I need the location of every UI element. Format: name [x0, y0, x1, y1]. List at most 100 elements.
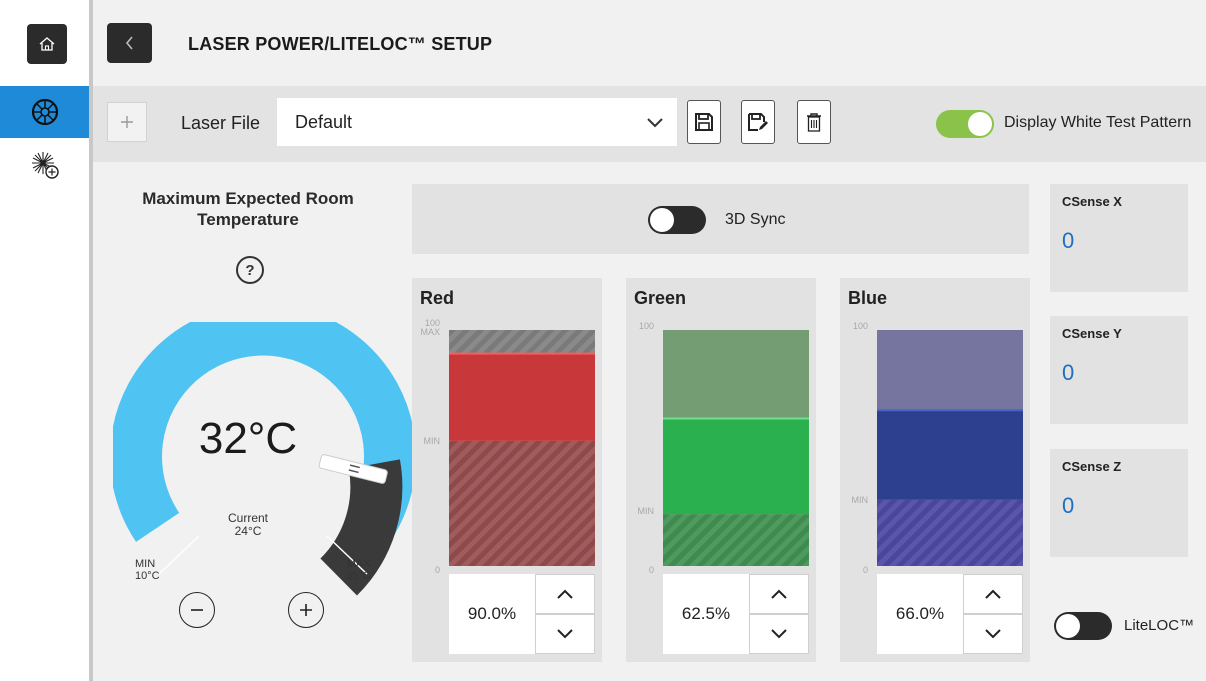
red-tick-max: MAX [420, 327, 440, 337]
red-above-max [449, 330, 595, 354]
red-increase-button[interactable] [535, 574, 595, 614]
min-temperature: MIN 10°C [135, 558, 160, 582]
green-level-bar[interactable] [663, 330, 809, 566]
page-title: LASER POWER/LITELOC™ SETUP [188, 34, 493, 54]
help-icon[interactable]: ? [236, 256, 264, 284]
red-tick-min: MIN [423, 436, 441, 446]
red-active-range [449, 353, 595, 441]
toggle-knob [650, 208, 674, 232]
chevron-down-icon [557, 629, 573, 639]
green-active-range [663, 418, 809, 515]
chevron-up-icon [557, 589, 573, 599]
chevron-down-icon [985, 629, 1001, 639]
blue-panel: Blue 100 MIN 0 66.0% [840, 278, 1030, 662]
blue-unused-range [877, 330, 1023, 411]
csense-x-value: 0 [1062, 228, 1075, 253]
green-title: Green [634, 288, 687, 308]
chevron-down-icon [647, 118, 663, 128]
min-value: 10°C [135, 570, 160, 582]
blue-tick-min: MIN [851, 495, 869, 505]
home-button[interactable] [27, 24, 67, 64]
sidebar-item-laser-settings[interactable] [0, 142, 89, 188]
toggle-knob [968, 112, 992, 136]
max-value: 35°C [346, 570, 371, 582]
blue-decrease-button[interactable] [963, 614, 1023, 654]
laser-file-value: Default [295, 111, 353, 132]
red-title: Red [420, 288, 455, 308]
home-icon [39, 37, 55, 51]
back-button[interactable] [107, 23, 152, 63]
blue-tick-100: 100 [852, 321, 868, 331]
toolbar: Laser File Default Display White Test Pa… [93, 86, 1206, 162]
liteloc-label: LiteLOC™ [1124, 617, 1195, 634]
green-increase-button[interactable] [749, 574, 809, 614]
trash-icon [807, 113, 821, 132]
laser-file-select[interactable]: Default [277, 98, 677, 146]
max-label: MAX [346, 558, 371, 570]
csense-y-value: 0 [1062, 360, 1075, 385]
red-value[interactable]: 90.0% [449, 574, 535, 654]
csense-x-panel: CSense X 0 [1050, 184, 1188, 292]
min-label: MIN [135, 558, 156, 570]
3d-sync-toggle[interactable] [648, 206, 706, 234]
toggle-knob [1056, 614, 1080, 638]
temperature-title-line2: Temperature [197, 210, 299, 229]
laser-burst-settings-icon [31, 152, 59, 179]
green-decrease-button[interactable] [749, 614, 809, 654]
csense-x-label: CSense X [1062, 194, 1122, 209]
header: LASER POWER/LITELOC™ SETUP [93, 0, 1206, 86]
temperature-title-line1: Maximum Expected Room [142, 189, 354, 208]
plus-icon [300, 604, 312, 616]
3d-sync-panel: 3D Sync [412, 184, 1029, 254]
plus-icon [121, 116, 133, 128]
red-decrease-button[interactable] [535, 614, 595, 654]
blue-title: Blue [848, 288, 888, 308]
green-tick-100: 100 [638, 321, 654, 331]
green-unused-range [663, 330, 809, 419]
delete-button[interactable] [797, 100, 831, 144]
green-value[interactable]: 62.5% [663, 574, 749, 654]
current-value: 24°C [234, 524, 262, 538]
chevron-down-icon [771, 629, 787, 639]
save-as-button[interactable] [741, 100, 775, 144]
csense-y-panel: CSense Y 0 [1050, 316, 1188, 424]
sidebar-item-laser-power[interactable] [0, 86, 89, 138]
csense-y-label: CSense Y [1062, 326, 1122, 341]
blue-below-min [877, 499, 1023, 566]
decrease-temperature-button[interactable] [179, 592, 215, 628]
add-laser-file-button[interactable] [107, 102, 147, 142]
blue-increase-button[interactable] [963, 574, 1023, 614]
laser-aperture-icon [31, 98, 58, 126]
minus-icon [191, 609, 203, 611]
save-as-icon [748, 113, 768, 131]
blue-active-range [877, 410, 1023, 500]
blue-value[interactable]: 66.0% [877, 574, 963, 654]
sidebar [0, 0, 92, 681]
increase-temperature-button[interactable] [288, 592, 324, 628]
csense-z-panel: CSense Z 0 [1050, 449, 1188, 557]
temperature-title: Maximum Expected Room Temperature [123, 188, 373, 230]
liteloc-toggle[interactable] [1054, 612, 1112, 640]
blue-level-bar[interactable] [877, 330, 1023, 566]
green-tick-0: 0 [648, 565, 654, 575]
chevron-up-icon [985, 589, 1001, 599]
csense-z-value: 0 [1062, 493, 1075, 518]
laser-file-label: Laser File [181, 113, 261, 133]
save-icon [695, 113, 713, 131]
display-white-test-pattern-label: Display White Test Pattern [1004, 114, 1192, 131]
max-temperature: MAX 35°C [346, 558, 371, 582]
green-below-min [663, 514, 809, 566]
help-glyph: ? [245, 261, 255, 279]
content-area: Maximum Expected Room Temperature ? 32°C… [93, 162, 1206, 681]
current-temperature: Current 24°C [213, 512, 283, 538]
csense-z-label: CSense Z [1062, 459, 1122, 474]
3d-sync-label: 3D Sync [725, 211, 786, 228]
gauge-current-marker [158, 535, 200, 575]
display-white-test-pattern-toggle[interactable] [936, 110, 994, 138]
chevron-left-icon [125, 36, 133, 50]
red-level-bar[interactable] [449, 330, 595, 566]
save-button[interactable] [687, 100, 721, 144]
chevron-up-icon [771, 589, 787, 599]
red-tick-0: 0 [434, 565, 440, 575]
red-panel: Red 100 MAX MIN 0 90.0% [412, 278, 602, 662]
